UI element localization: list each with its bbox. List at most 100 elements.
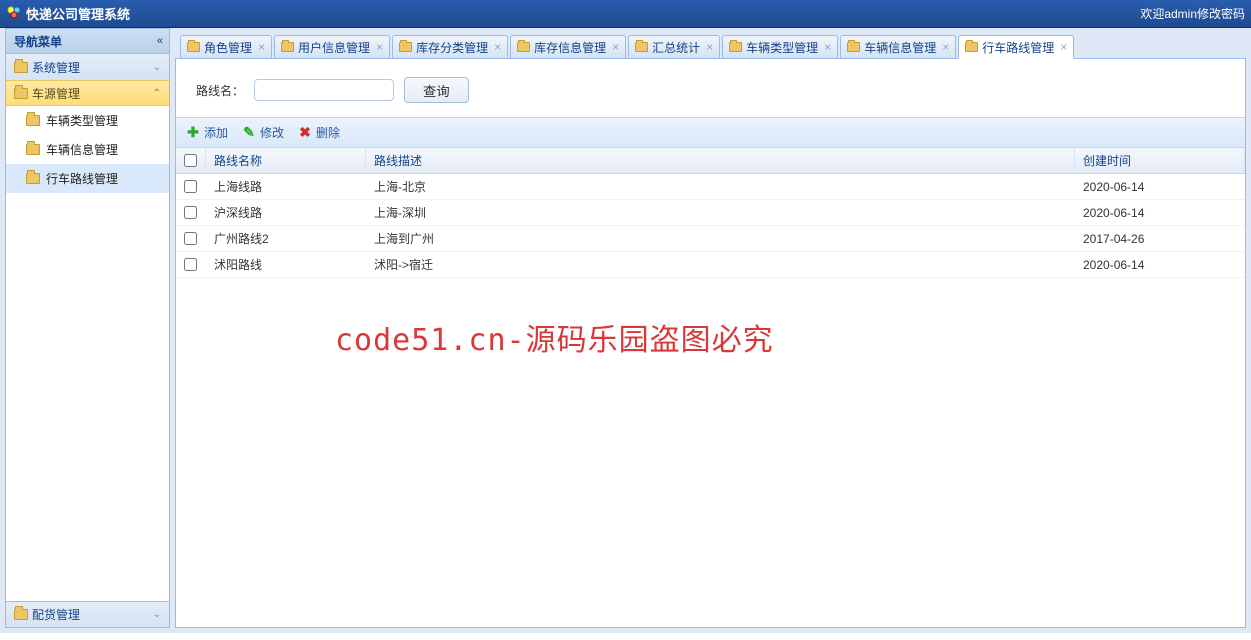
tab-bar: 角色管理×用户信息管理×库存分类管理×库存信息管理×汇总统计×车辆类型管理×车辆… xyxy=(175,33,1246,59)
tab-label: 车辆类型管理 xyxy=(746,39,818,56)
tab[interactable]: 库存分类管理 × xyxy=(392,35,508,59)
cell-desc: 上海-北京 xyxy=(366,178,1075,195)
tab-label: 角色管理 xyxy=(204,39,252,56)
close-icon[interactable]: × xyxy=(258,40,265,54)
tab[interactable]: 汇总统计 × xyxy=(628,35,720,59)
col-route-name[interactable]: 路线名称 xyxy=(206,148,366,173)
table-row[interactable]: 上海线路上海-北京2020-06-14 xyxy=(176,174,1245,200)
app-logo-icon xyxy=(6,4,22,23)
folder-icon xyxy=(517,42,530,52)
cell-name: 沪深线路 xyxy=(206,204,366,221)
sidebar-title: 导航菜单 « xyxy=(5,28,170,54)
folder-icon xyxy=(847,42,860,52)
close-icon[interactable]: × xyxy=(494,40,501,54)
cell-name: 沭阳路线 xyxy=(206,256,366,273)
tab[interactable]: 用户信息管理× xyxy=(274,35,390,59)
close-icon[interactable]: × xyxy=(376,40,383,54)
tab-label: 汇总统计 xyxy=(652,39,700,56)
search-bar: 路线名： 查询 xyxy=(176,59,1245,117)
delete-icon: ✖ xyxy=(298,126,312,140)
close-icon[interactable]: × xyxy=(612,40,619,54)
cell-date: 2020-06-14 xyxy=(1075,206,1245,220)
cell-desc: 上海到广州 xyxy=(366,230,1075,247)
delete-button[interactable]: ✖ 删除 xyxy=(298,124,340,141)
tab-panel: 路线名： 查询 ✚添加 ✎修改 ✖删除 路线名称 路线描述 创建时间 上海线路上… xyxy=(175,58,1246,628)
close-icon[interactable]: × xyxy=(706,40,713,54)
edit-label: 修改 xyxy=(260,124,284,141)
cell-name: 广州路线2 xyxy=(206,230,366,247)
edit-button[interactable]: ✎修改 xyxy=(242,124,284,141)
row-checkbox[interactable] xyxy=(184,232,197,245)
folder-icon xyxy=(187,42,200,52)
accordion-label: 配货管理 xyxy=(32,606,80,623)
table-row[interactable]: 沭阳路线沭阳->宿迁2020-06-14 xyxy=(176,252,1245,278)
search-label: 路线名： xyxy=(196,82,244,99)
add-button[interactable]: ✚ 添加 xyxy=(186,124,228,141)
cell-desc: 上海-深圳 xyxy=(366,204,1075,221)
folder-icon xyxy=(281,42,294,52)
col-create-time[interactable]: 创建时间 xyxy=(1075,148,1245,173)
folder-icon xyxy=(26,173,40,184)
accordion-label: 车源管理 xyxy=(32,85,80,102)
sidebar: 导航菜单 « 系统管理 ⌄ 车源管理 ⌃ 车辆类型管理 车辆信息管理 xyxy=(0,28,175,633)
tab-label: 库存信息管理 xyxy=(534,39,606,56)
close-icon[interactable]: × xyxy=(1060,40,1067,54)
add-label: 添加 xyxy=(204,124,228,141)
folder-icon xyxy=(635,42,648,52)
chevron-down-icon: ⌄ xyxy=(153,609,161,620)
sidebar-item-vehicle-type[interactable]: 车辆类型管理 xyxy=(6,106,169,135)
select-all-checkbox[interactable] xyxy=(184,154,197,167)
tree-item-label: 车辆类型管理 xyxy=(46,112,118,129)
tab-label: 车辆信息管理 xyxy=(864,39,936,56)
col-route-desc[interactable]: 路线描述 xyxy=(366,148,1075,173)
folder-icon xyxy=(14,62,28,73)
cell-date: 2020-06-14 xyxy=(1075,258,1245,272)
delete-label: 删除 xyxy=(316,124,340,141)
tab[interactable]: 库存信息管理 × xyxy=(510,35,626,59)
accordion-distribution[interactable]: 配货管理 ⌄ xyxy=(6,601,169,627)
close-icon[interactable]: × xyxy=(942,40,949,54)
folder-icon xyxy=(14,609,28,620)
folder-icon xyxy=(26,115,40,126)
tab[interactable]: 车辆类型管理 × xyxy=(722,35,838,59)
plus-icon: ✚ xyxy=(186,126,200,140)
cell-date: 2017-04-26 xyxy=(1075,232,1245,246)
accordion-vehicle-source[interactable]: 车源管理 ⌃ xyxy=(6,80,169,106)
folder-icon xyxy=(14,88,28,99)
accordion-body: 车辆类型管理 车辆信息管理 行车路线管理 xyxy=(6,106,169,601)
row-checkbox[interactable] xyxy=(184,180,197,193)
folder-icon xyxy=(399,42,412,52)
tab[interactable]: 车辆信息管理 × xyxy=(840,35,956,59)
accordion-system[interactable]: 系统管理 ⌄ xyxy=(6,54,169,80)
data-grid: ✚添加 ✎修改 ✖删除 路线名称 路线描述 创建时间 上海线路上海-北京2020… xyxy=(176,117,1245,627)
collapse-sidebar-icon[interactable]: « xyxy=(157,35,161,47)
cell-desc: 沭阳->宿迁 xyxy=(366,256,1075,273)
table-row[interactable]: 沪深线路上海-深圳2020-06-14 xyxy=(176,200,1245,226)
row-checkbox[interactable] xyxy=(184,206,197,219)
main-content: 角色管理×用户信息管理×库存分类管理×库存信息管理×汇总统计×车辆类型管理×车辆… xyxy=(175,28,1251,633)
chevron-up-icon: ⌃ xyxy=(153,88,161,99)
sidebar-title-label: 导航菜单 xyxy=(14,33,62,50)
route-name-input[interactable] xyxy=(254,79,394,101)
welcome-text[interactable]: 欢迎admin修改密码 xyxy=(1140,5,1245,22)
close-icon[interactable]: × xyxy=(824,40,831,54)
cell-date: 2020-06-14 xyxy=(1075,180,1245,194)
tab[interactable]: 行车路线管理× xyxy=(958,35,1074,59)
tab[interactable]: 角色管理 × xyxy=(180,35,272,59)
sidebar-item-route[interactable]: 行车路线管理 xyxy=(6,164,169,193)
grid-toolbar: ✚ 添加 ✎修改 ✖ 删除 xyxy=(176,118,1245,148)
sidebar-item-vehicle-info[interactable]: 车辆信息管理 xyxy=(6,135,169,164)
app-header: 快递公司管理系统 欢迎admin修改密码 xyxy=(0,0,1251,28)
table-row[interactable]: 广州路线2上海到广州2017-04-26 xyxy=(176,226,1245,252)
app-title: 快递公司管理系统 xyxy=(26,4,130,23)
grid-body: 上海线路上海-北京2020-06-14沪深线路上海-深圳2020-06-14广州… xyxy=(176,174,1245,278)
tab-label: 库存分类管理 xyxy=(416,39,488,56)
row-checkbox[interactable] xyxy=(184,258,197,271)
select-all-header[interactable] xyxy=(176,148,206,173)
cell-name: 上海线路 xyxy=(206,178,366,195)
tree-item-label: 车辆信息管理 xyxy=(46,141,118,158)
folder-icon xyxy=(965,42,978,52)
search-button[interactable]: 查询 xyxy=(404,77,469,103)
tree-item-label: 行车路线管理 xyxy=(46,170,118,187)
grid-header: 路线名称 路线描述 创建时间 xyxy=(176,148,1245,174)
